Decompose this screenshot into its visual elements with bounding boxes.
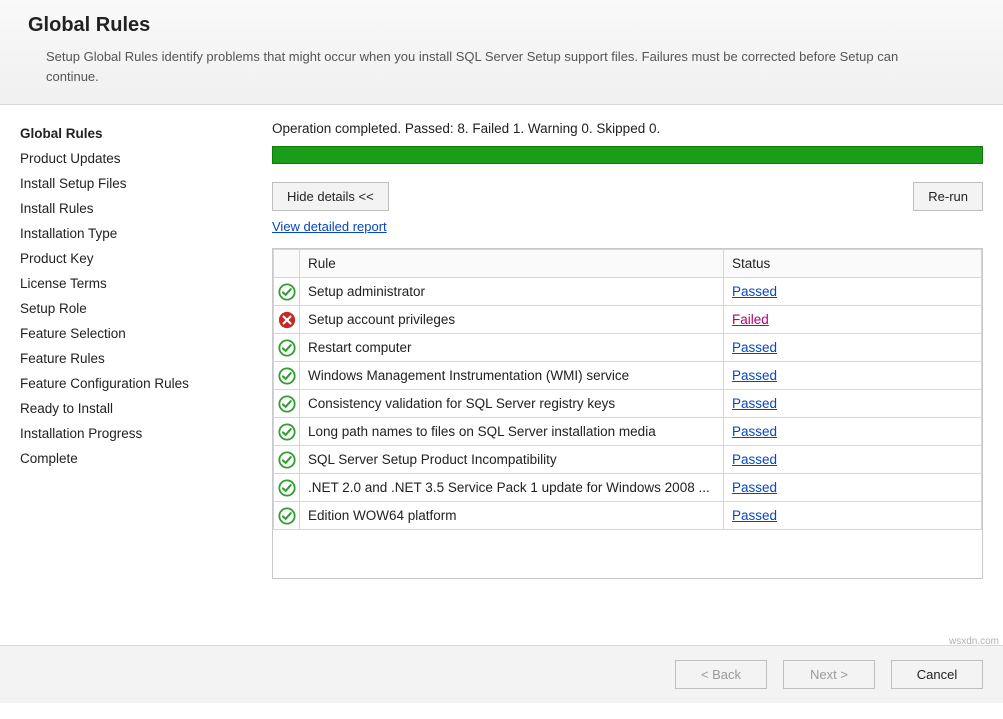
wizard-header: Global Rules Setup Global Rules identify… — [0, 0, 1003, 105]
rule-status: Passed — [724, 474, 982, 502]
operation-summary: Operation completed. Passed: 8. Failed 1… — [272, 121, 983, 146]
progress-bar — [272, 146, 983, 164]
rule-name: Restart computer — [300, 334, 724, 362]
check-icon — [274, 502, 300, 530]
status-link[interactable]: Passed — [732, 480, 777, 495]
status-link[interactable]: Failed — [732, 312, 769, 327]
rule-status: Passed — [724, 446, 982, 474]
table-row: SQL Server Setup Product Incompatibility… — [274, 446, 982, 474]
rule-status: Passed — [724, 278, 982, 306]
rule-name: Setup administrator — [300, 278, 724, 306]
sidebar-step[interactable]: Product Updates — [20, 146, 248, 171]
sidebar-step[interactable]: Install Setup Files — [20, 171, 248, 196]
wizard-footer: < Back Next > Cancel — [0, 645, 1003, 703]
wizard-sidebar: Global RulesProduct UpdatesInstall Setup… — [0, 105, 258, 645]
sidebar-step[interactable]: Installation Progress — [20, 421, 248, 446]
rule-name: Setup account privileges — [300, 306, 724, 334]
table-row: Edition WOW64 platform Passed — [274, 502, 982, 530]
rule-status: Passed — [724, 502, 982, 530]
rule-name: .NET 2.0 and .NET 3.5 Service Pack 1 upd… — [300, 474, 724, 502]
table-row: Restart computer Passed — [274, 334, 982, 362]
wizard-main: Operation completed. Passed: 8. Failed 1… — [258, 105, 1003, 645]
watermark: wsxdn.com — [949, 636, 999, 647]
rule-status: Passed — [724, 390, 982, 418]
rule-name: Consistency validation for SQL Server re… — [300, 390, 724, 418]
rule-name: Long path names to files on SQL Server i… — [300, 418, 724, 446]
sidebar-step[interactable]: Install Rules — [20, 196, 248, 221]
rules-table: Rule Status Setup administratorPassedSet… — [273, 249, 982, 530]
check-icon — [274, 362, 300, 390]
status-link[interactable]: Passed — [732, 284, 777, 299]
status-link[interactable]: Passed — [732, 452, 777, 467]
check-icon — [274, 446, 300, 474]
col-icon — [274, 250, 300, 278]
rule-status: Passed — [724, 418, 982, 446]
table-empty-space — [273, 530, 982, 578]
rules-table-container: Rule Status Setup administratorPassedSet… — [272, 248, 983, 579]
status-link[interactable]: Passed — [732, 424, 777, 439]
status-link[interactable]: Passed — [732, 368, 777, 383]
status-link[interactable]: Passed — [732, 508, 777, 523]
table-row: Long path names to files on SQL Server i… — [274, 418, 982, 446]
check-icon — [274, 390, 300, 418]
rule-status: Passed — [724, 362, 982, 390]
table-row: Consistency validation for SQL Server re… — [274, 390, 982, 418]
sidebar-step[interactable]: Ready to Install — [20, 396, 248, 421]
sidebar-step[interactable]: Feature Selection — [20, 321, 248, 346]
col-rule[interactable]: Rule — [300, 250, 724, 278]
sidebar-step[interactable]: License Terms — [20, 271, 248, 296]
sidebar-step[interactable]: Setup Role — [20, 296, 248, 321]
sidebar-step[interactable]: Complete — [20, 446, 248, 471]
status-link[interactable]: Passed — [732, 340, 777, 355]
check-icon — [274, 474, 300, 502]
sidebar-step[interactable]: Feature Rules — [20, 346, 248, 371]
view-detailed-report-link[interactable]: View detailed report — [272, 219, 387, 234]
rerun-button[interactable]: Re-run — [913, 182, 983, 211]
hide-details-button[interactable]: Hide details << — [272, 182, 389, 211]
col-status[interactable]: Status — [724, 250, 982, 278]
table-row: Windows Management Instrumentation (WMI)… — [274, 362, 982, 390]
page-description: Setup Global Rules identify problems tha… — [28, 47, 908, 86]
check-icon — [274, 334, 300, 362]
next-button[interactable]: Next > — [783, 660, 875, 689]
rule-status: Failed — [724, 306, 982, 334]
sidebar-step[interactable]: Product Key — [20, 246, 248, 271]
rule-name: Edition WOW64 platform — [300, 502, 724, 530]
table-row: .NET 2.0 and .NET 3.5 Service Pack 1 upd… — [274, 474, 982, 502]
error-icon — [274, 306, 300, 334]
cancel-button[interactable]: Cancel — [891, 660, 983, 689]
rule-status: Passed — [724, 334, 982, 362]
check-icon — [274, 278, 300, 306]
rule-name: Windows Management Instrumentation (WMI)… — [300, 362, 724, 390]
table-row: Setup account privileges Failed — [274, 306, 982, 334]
sidebar-step[interactable]: Feature Configuration Rules — [20, 371, 248, 396]
rule-name: SQL Server Setup Product Incompatibility — [300, 446, 724, 474]
sidebar-step[interactable]: Global Rules — [20, 121, 248, 146]
table-row: Setup administrator Passed — [274, 278, 982, 306]
page-title: Global Rules — [28, 14, 975, 37]
sidebar-step[interactable]: Installation Type — [20, 221, 248, 246]
check-icon — [274, 418, 300, 446]
back-button[interactable]: < Back — [675, 660, 767, 689]
status-link[interactable]: Passed — [732, 396, 777, 411]
